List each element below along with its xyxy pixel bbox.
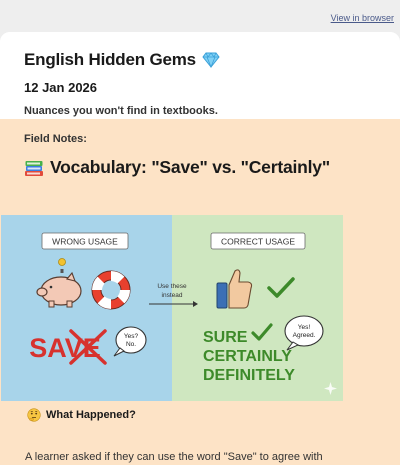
article-paragraph: A learner asked if they can use the word… xyxy=(25,451,323,463)
thinking-face-icon xyxy=(27,408,41,422)
correct-word-2: CERTAINLY xyxy=(203,348,292,365)
view-in-browser-link[interactable]: View in browser xyxy=(331,13,394,23)
top-bar: View in browser xyxy=(0,0,400,32)
article-title-row: Vocabulary: "Save" vs. "Certainly" xyxy=(24,157,376,178)
gem-icon xyxy=(202,52,220,68)
life-ring-icon xyxy=(91,270,131,310)
newsletter-name: English Hidden Gems xyxy=(24,50,196,69)
newsletter-tagline: Nuances you won't find in textbooks. xyxy=(24,105,218,117)
section-title: What Happened? xyxy=(46,409,136,421)
save-vs-certainly-illustration: WRONG USAGE CORRECT USAGE Use these inst… xyxy=(1,215,343,401)
article-title: Vocabulary: "Save" vs. "Certainly" xyxy=(50,157,330,177)
correct-usage-label: CORRECT USAGE xyxy=(221,237,295,247)
newsletter-brand: English Hidden Gems xyxy=(24,50,376,70)
section-title-row: What Happened? xyxy=(27,408,136,422)
svg-text:Yes!: Yes! xyxy=(298,324,311,331)
newsletter-header: English Hidden Gems 12 Jan 2026 Nuances … xyxy=(0,32,400,119)
books-icon xyxy=(25,160,43,176)
arrow-label-line-2: instead xyxy=(162,292,183,299)
email-card: English Hidden Gems 12 Jan 2026 Nuances … xyxy=(0,32,400,465)
svg-text:Yes?: Yes? xyxy=(124,333,139,340)
svg-text:Agreed.: Agreed. xyxy=(293,332,316,339)
correct-word-3: DEFINITELY xyxy=(203,367,295,384)
arrow-label-line-1: Use these xyxy=(157,283,187,290)
wrong-usage-label: WRONG USAGE xyxy=(52,237,118,247)
correct-word-1: SURE xyxy=(203,329,248,346)
article-kicker: Field Notes: xyxy=(24,133,87,145)
svg-text:No.: No. xyxy=(126,341,136,348)
issue-date: 12 Jan 2026 xyxy=(24,80,98,95)
